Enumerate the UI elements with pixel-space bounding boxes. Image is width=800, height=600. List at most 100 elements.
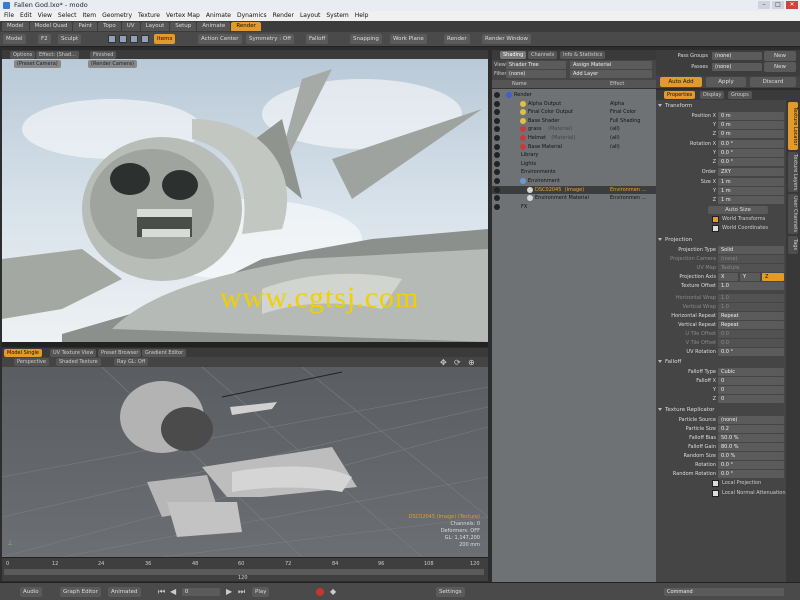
items-button[interactable]: Items bbox=[154, 34, 176, 44]
polygon-mode-icon[interactable] bbox=[130, 35, 138, 43]
effect-column-header[interactable]: Effect bbox=[610, 81, 624, 87]
texture-offset-field[interactable]: 1.0 bbox=[718, 282, 784, 290]
local-normal-attenuation-checkbox[interactable] bbox=[712, 490, 719, 497]
menu-view[interactable]: View bbox=[38, 11, 52, 21]
v-tile-offset-field[interactable]: 0.0 bbox=[718, 339, 784, 347]
shader-tree-row[interactable]: FX bbox=[492, 203, 656, 212]
menu-layout[interactable]: Layout bbox=[300, 11, 320, 21]
shader-tree-row[interactable]: Base Shader Full Shading bbox=[492, 117, 656, 126]
tab-paint[interactable]: Paint bbox=[73, 22, 98, 31]
horizontal-repeat-dropdown[interactable]: Repeat bbox=[718, 312, 784, 320]
menu-dynamics[interactable]: Dynamics bbox=[237, 11, 267, 21]
tab-groups[interactable]: Groups bbox=[728, 91, 752, 99]
rotation-z-field[interactable]: 0.0 ° bbox=[718, 158, 784, 166]
step-forward-icon[interactable]: ▶ bbox=[226, 587, 232, 596]
rotation-y-field[interactable]: 0.0 ° bbox=[718, 149, 784, 157]
passes-dropdown[interactable]: (none) bbox=[712, 63, 762, 71]
shader-tree-row[interactable]: Environments bbox=[492, 168, 656, 177]
tab-gradient-editor[interactable]: Gradient Editor bbox=[142, 349, 187, 357]
record-icon[interactable] bbox=[316, 588, 324, 596]
projection-axis-z[interactable]: Z bbox=[762, 273, 784, 281]
tab-properties[interactable]: Properties bbox=[664, 91, 696, 99]
local-projection-checkbox[interactable] bbox=[712, 480, 719, 487]
current-frame-field[interactable]: 0 bbox=[182, 588, 220, 596]
viewport-rotate-icon[interactable]: ⟳ bbox=[454, 358, 461, 367]
auto-size-button[interactable]: Auto Size bbox=[708, 206, 768, 214]
shader-tree-row[interactable]: Environment bbox=[492, 177, 656, 186]
f2-button[interactable]: F2 bbox=[38, 34, 51, 44]
key-icon[interactable]: ◆ bbox=[330, 587, 336, 596]
tab-render[interactable]: Render bbox=[231, 22, 261, 31]
world-transforms-checkbox[interactable] bbox=[712, 216, 719, 223]
menu-system[interactable]: System bbox=[326, 11, 348, 21]
visibility-eye-icon[interactable] bbox=[494, 160, 500, 167]
position-z-field[interactable]: 0 m bbox=[718, 130, 784, 138]
u-tile-offset-field[interactable]: 0.0 bbox=[718, 330, 784, 338]
menu-file[interactable]: File bbox=[4, 11, 14, 21]
position-y-field[interactable]: 0 m bbox=[718, 121, 784, 129]
effect-dropdown[interactable]: Effect: (Shad... bbox=[36, 51, 79, 59]
close-icon[interactable]: ✕ bbox=[786, 1, 798, 9]
tab-uv-texture-view[interactable]: UV Texture View bbox=[50, 349, 97, 357]
particle-source-dropdown[interactable]: (none) bbox=[718, 416, 784, 424]
filter-dropdown[interactable]: (none) bbox=[506, 70, 566, 78]
falloff-gain-field[interactable]: 80.0 % bbox=[718, 443, 784, 451]
timeline[interactable]: 0 12 24 36 48 60 72 84 96 108 120 120 bbox=[2, 557, 488, 581]
menu-texture[interactable]: Texture bbox=[138, 11, 160, 21]
size-y-field[interactable]: 1 m bbox=[718, 187, 784, 195]
visibility-eye-icon[interactable] bbox=[494, 152, 500, 159]
tab-layout[interactable]: Layout bbox=[140, 22, 170, 31]
falloff-z-field[interactable]: 0 bbox=[718, 395, 784, 403]
visibility-eye-icon[interactable] bbox=[494, 186, 500, 193]
apply-button[interactable]: Apply bbox=[706, 77, 746, 87]
visibility-eye-icon[interactable] bbox=[494, 195, 500, 202]
view-dropdown[interactable]: Shader Tree bbox=[506, 61, 566, 69]
animated-dropdown[interactable]: Animated bbox=[108, 587, 141, 597]
model-button[interactable]: Model bbox=[3, 34, 26, 44]
go-to-start-icon[interactable]: ⏮ bbox=[158, 587, 165, 597]
tab-preset-browser[interactable]: Preset Browser bbox=[98, 349, 142, 357]
tab-topo[interactable]: Topo bbox=[98, 22, 121, 31]
falloff-x-field[interactable]: 0 bbox=[718, 377, 784, 385]
graph-editor-button[interactable]: Graph Editor bbox=[60, 587, 101, 597]
order-dropdown[interactable]: ZXY bbox=[718, 168, 784, 176]
tab-uv[interactable]: UV bbox=[121, 22, 140, 31]
tab-setup[interactable]: Setup bbox=[170, 22, 197, 31]
size-x-field[interactable]: 1 m bbox=[718, 178, 784, 186]
texture-replicator-section[interactable]: Texture Replicator bbox=[658, 406, 784, 414]
visibility-eye-icon[interactable] bbox=[494, 100, 500, 107]
add-layer-dropdown[interactable]: Add Layer bbox=[570, 70, 652, 78]
audio-button[interactable]: Audio bbox=[20, 587, 42, 597]
horizontal-wrap-field[interactable]: 1.0 bbox=[718, 294, 784, 302]
tab-shading[interactable]: Shading bbox=[500, 51, 527, 59]
tab-texture-layers[interactable]: Texture Layers bbox=[788, 152, 798, 192]
replicator-rotation-field[interactable]: 0.0 ° bbox=[718, 461, 784, 469]
menu-edit[interactable]: Edit bbox=[20, 11, 32, 21]
tab-texture-locator[interactable]: Texture Locator bbox=[788, 102, 798, 150]
rotation-x-field[interactable]: 0.0 ° bbox=[718, 140, 784, 148]
sculpt-button[interactable]: Sculpt bbox=[58, 34, 82, 44]
tab-model[interactable]: Model bbox=[2, 22, 29, 31]
auto-add-button[interactable]: Auto Add bbox=[660, 77, 702, 87]
assign-material-button[interactable]: Assign Material bbox=[570, 61, 652, 69]
work-plane-dropdown[interactable]: Work Plane bbox=[390, 34, 427, 44]
size-z-field[interactable]: 1 m bbox=[718, 196, 784, 204]
projection-camera-dropdown[interactable]: (none) bbox=[718, 255, 784, 263]
render-preview-viewport[interactable]: (Preset Camera) (Render Camera) www.cgts… bbox=[2, 59, 488, 342]
projection-type-dropdown[interactable]: Solid bbox=[718, 246, 784, 254]
symmetry-dropdown[interactable]: Symmetry : Off bbox=[246, 34, 294, 44]
projection-axis-y[interactable]: Y bbox=[740, 273, 760, 281]
tab-display[interactable]: Display bbox=[700, 91, 725, 99]
projection-axis-x[interactable]: X bbox=[718, 273, 738, 281]
uv-rotation-field[interactable]: 0.0 ° bbox=[718, 348, 784, 356]
name-column-header[interactable]: Name bbox=[512, 81, 527, 87]
random-rotation-field[interactable]: 0.0 ° bbox=[718, 470, 784, 478]
new-pass-button[interactable]: New bbox=[764, 62, 796, 72]
edge-mode-icon[interactable] bbox=[119, 35, 127, 43]
play-button[interactable]: Play bbox=[252, 587, 270, 597]
perspective-dropdown[interactable]: Perspective bbox=[14, 358, 49, 366]
render-button[interactable]: Render bbox=[444, 34, 470, 44]
material-mode-icon[interactable] bbox=[141, 35, 149, 43]
settings-button[interactable]: Settings bbox=[436, 587, 465, 597]
vertical-repeat-dropdown[interactable]: Repeat bbox=[718, 321, 784, 329]
